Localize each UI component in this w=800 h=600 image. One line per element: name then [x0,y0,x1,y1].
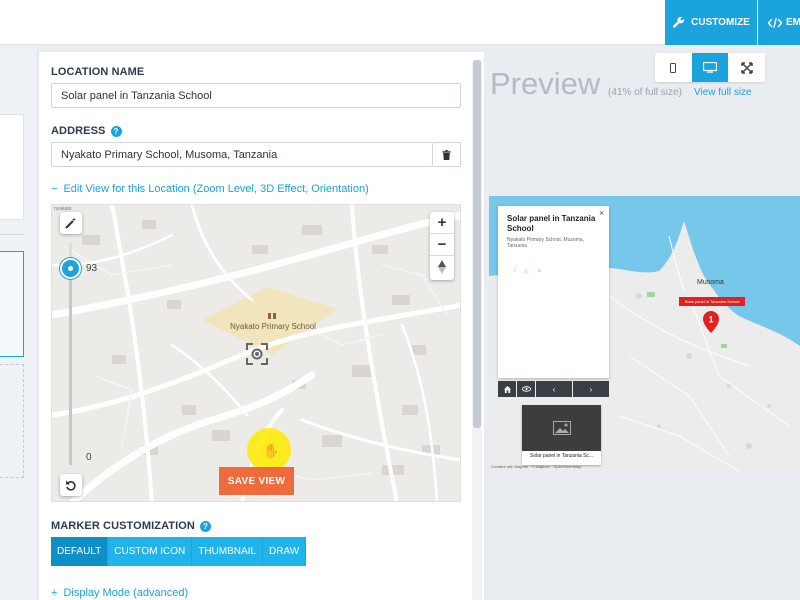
pitch-slider-min: 0 [86,452,92,463]
device-switcher [655,53,765,82]
whatsapp-icon[interactable]: ◎ [524,268,529,275]
embed-button[interactable]: EM [758,0,800,45]
customize-button[interactable]: CUSTOMIZE [665,0,757,45]
clear-address-button[interactable] [433,142,461,167]
tab-custom-icon[interactable]: CUSTOM ICON [108,537,193,566]
preview-city-label: Musoma [697,279,724,286]
trash-icon [442,149,451,160]
embed-label: EM [786,17,800,28]
location-focus-icon [246,343,268,365]
compass-icon [438,260,446,274]
thumbnail-caption: Solar panel in Tanzania Sc... [529,453,594,459]
compass-button[interactable] [430,256,454,278]
view-editor-map[interactable]: nyakato 93 0 + − Nyakato Primary School … [51,204,461,502]
code-icon [768,17,782,28]
preview-info-card: × Solar panel in Tanzania School Nyakato… [498,206,609,378]
zoom-out-button[interactable]: − [430,234,454,256]
zoom-in-button[interactable]: + [430,212,454,234]
twitter-icon[interactable]: ✦ [537,268,542,275]
marker-customization-label: MARKER CUSTOMIZATION ? [51,520,211,532]
help-icon[interactable]: ? [110,125,122,137]
edit-view-link-text: Edit View for this Location (Zoom Level,… [63,183,369,195]
tab-default[interactable]: DEFAULT [51,537,109,566]
next-button[interactable]: › [573,381,609,397]
location-list-item[interactable] [0,114,24,220]
hand-cursor-icon: ✋ [263,443,280,458]
auto-orient-button[interactable] [60,212,82,234]
reset-view-button[interactable] [60,474,82,496]
scrollbar-thumb[interactable] [473,60,481,428]
address-label: ADDRESS ? [51,125,122,137]
thumbnail-image [522,405,601,451]
desktop-icon [703,62,717,73]
previous-button[interactable]: ‹ [536,381,572,397]
edit-view-toggle[interactable]: − Edit View for this Location (Zoom Leve… [51,183,369,195]
address-input[interactable]: Nyakato Primary School, Musoma, Tanzania [51,142,433,167]
home-button[interactable] [498,381,516,397]
close-icon[interactable]: × [599,208,604,218]
marker-number: 1 [708,315,713,325]
divider [0,234,24,235]
share-icons: f ◎ ✦ [514,268,542,275]
mobile-view-button[interactable] [655,53,692,82]
map-credit: Created with Mapme · © Mapbox · OpenStre… [491,464,582,469]
location-list-item-active[interactable] [0,251,24,357]
panel-scrollbar[interactable] [472,60,482,600]
add-location-placeholder[interactable] [0,364,24,478]
desktop-view-button[interactable] [691,53,729,82]
help-icon[interactable]: ? [199,520,211,532]
pitch-slider-handle[interactable] [60,258,81,279]
expand-arrows-icon [740,61,753,74]
magic-wand-icon [65,217,76,229]
customize-label: CUSTOMIZE [691,17,750,28]
fullscreen-view-button[interactable] [728,53,765,82]
zoom-controls: + − [430,212,454,280]
view-full-size-link[interactable]: View full size [694,87,752,98]
wrench-icon [673,16,685,28]
tab-draw[interactable]: DRAW [263,537,307,566]
expand-icon: + [51,587,58,599]
tab-thumbnail[interactable]: THUMBNAIL [192,537,264,566]
toggle-visibility-button[interactable] [517,381,535,397]
preview-nav-bar: ‹ › [498,381,609,397]
marker-tabs: DEFAULT CUSTOM ICON THUMBNAIL DRAW [51,537,307,566]
save-view-button[interactable]: SAVE VIEW [219,467,294,495]
preview-thumbnail[interactable]: Solar panel in Tanzania Sc... [522,405,601,465]
undo-icon [66,480,76,491]
display-mode-toggle[interactable]: + Display Mode (advanced) [51,587,188,599]
school-icon [268,313,276,319]
pitch-slider-fill [69,267,72,465]
preview-title: Preview [490,66,601,101]
eye-icon [521,386,531,392]
home-icon [503,385,511,393]
display-mode-label: Display Mode (advanced) [63,587,189,599]
collapse-icon: − [51,183,58,195]
top-bar: CUSTOMIZE EM [0,0,800,45]
mobile-icon [670,62,677,73]
preview-scale-note: (41% of full size) [608,87,682,98]
school-map-label: Nyakato Primary School [230,322,316,331]
image-placeholder-icon [552,421,571,435]
location-name-input[interactable]: Solar panel in Tanzania School [51,83,461,108]
preview-card-title: Solar panel in Tanzania School [507,214,596,233]
location-list-rail [0,46,36,600]
location-name-label: LOCATION NAME [51,66,145,78]
map-marker-icon[interactable]: 1 [702,311,720,333]
preview-card-address: Nyakato Primary School, Musoma, Tanzania [507,237,584,249]
pitch-slider-value: 93 [86,263,98,274]
preview-marker-label: Solar panel in Tanzania School [679,297,745,306]
facebook-icon[interactable]: f [514,268,516,275]
